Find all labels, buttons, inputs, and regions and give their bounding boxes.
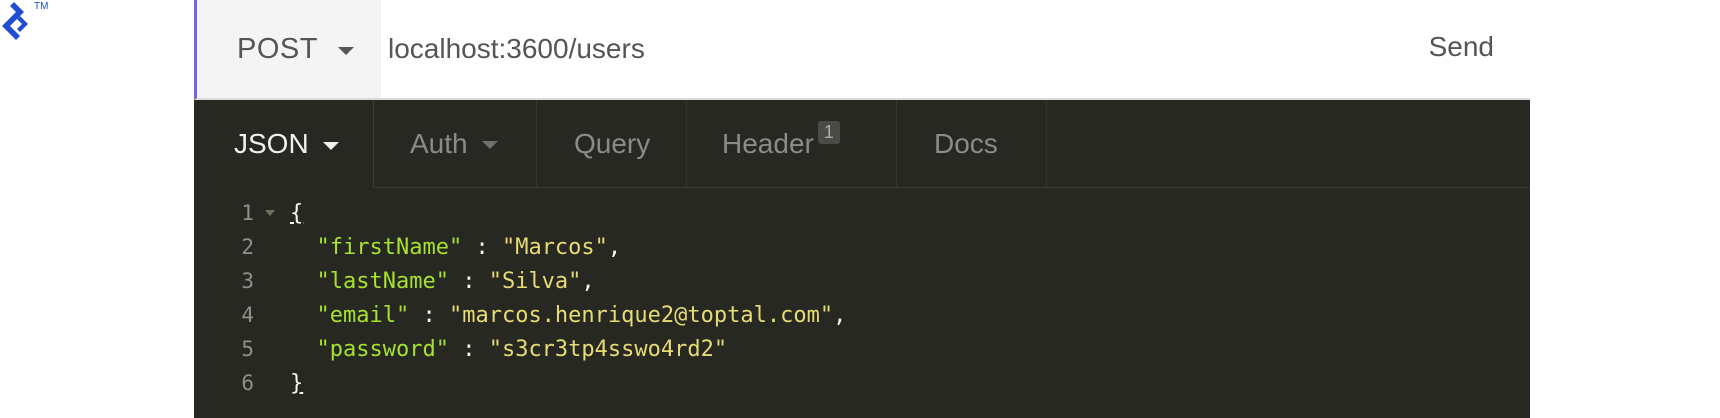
code-text: "email" : "marcos.henrique2@toptal.com",: [290, 302, 847, 328]
json-separator: :: [462, 234, 502, 260]
open-brace: {: [290, 200, 304, 226]
editor-line: 4 "email" : "marcos.henrique2@toptal.com…: [194, 298, 1530, 332]
method-dropdown[interactable]: POST: [197, 0, 381, 98]
line-number: 6: [241, 371, 254, 395]
tab-docs[interactable]: Docs: [896, 100, 1046, 188]
editor-line: 2 "firstName" : "Marcos",: [194, 230, 1530, 264]
http-client: POST localhost:3600/users Send JSON Auth…: [194, 0, 1530, 418]
json-value: "s3cr3tp4sswo4rd2": [488, 336, 728, 362]
close-brace: }: [290, 370, 304, 396]
line-number: 4: [241, 303, 254, 327]
code-text: "firstName" : "Marcos",: [290, 234, 622, 260]
editor-line: 1 {: [194, 196, 1530, 230]
chevron-down-icon: [481, 141, 498, 149]
json-comma: ,: [581, 268, 595, 294]
json-separator: :: [448, 336, 489, 362]
url-input[interactable]: localhost:3600/users: [388, 0, 1288, 98]
editor-line: 3 "lastName" : "Silva",: [194, 264, 1530, 298]
json-key: "email": [316, 302, 410, 328]
tab-auth-label: Auth: [410, 127, 468, 159]
line-number: 1: [241, 201, 254, 225]
line-number: 3: [241, 269, 254, 293]
json-comma: ,: [607, 234, 622, 260]
json-separator: :: [448, 268, 489, 294]
tab-docs-label: Docs: [934, 127, 998, 159]
tab-auth[interactable]: Auth: [374, 100, 536, 188]
tab-header-label: Header: [722, 127, 814, 159]
request-url-bar: POST localhost:3600/users Send: [194, 0, 1530, 100]
toptal-logo-icon: [2, 2, 28, 40]
json-key: "firstName": [316, 234, 463, 260]
code-text: "password" : "s3cr3tp4sswo4rd2": [290, 336, 728, 362]
code-text: "lastName" : "Silva",: [290, 269, 595, 294]
json-value: "Marcos": [501, 234, 608, 260]
json-body-editor[interactable]: 1 { 2 "firstName" : "Marcos", 3 "lastNam…: [194, 196, 1530, 418]
line-number: 2: [241, 235, 254, 259]
line-number: 5: [241, 337, 254, 361]
tab-json-label: JSON: [234, 128, 309, 159]
json-key: "lastName": [316, 268, 449, 294]
json-key: "password": [316, 336, 449, 362]
code-text: {: [290, 201, 303, 226]
trademark-label: TM: [34, 1, 49, 12]
editor-line: 6 }: [194, 366, 1530, 400]
method-label: POST: [237, 32, 318, 65]
send-button[interactable]: Send: [1429, 0, 1494, 94]
tab-header[interactable]: Header 1: [686, 100, 896, 188]
fold-arrow-icon[interactable]: [265, 210, 275, 216]
editor-line: 5 "password" : "s3cr3tp4sswo4rd2": [194, 332, 1530, 366]
tab-json[interactable]: JSON: [194, 100, 374, 188]
code-text: }: [290, 371, 303, 396]
json-value: "marcos.henrique2@toptal.com": [448, 302, 834, 328]
request-tabs: JSON Auth Query Header 1 Docs: [194, 100, 1530, 188]
toptal-logo: TM: [0, 0, 60, 48]
tab-bar-filler: [1046, 100, 1530, 188]
json-comma: ,: [833, 302, 847, 328]
tab-query-label: Query: [574, 127, 651, 159]
header-count-badge: 1: [817, 121, 840, 144]
chevron-down-icon: [337, 46, 354, 55]
json-separator: :: [409, 302, 449, 328]
tab-query[interactable]: Query: [536, 100, 686, 188]
request-body-panel: JSON Auth Query Header 1 Docs 1 {2 "fir…: [194, 100, 1530, 418]
chevron-down-icon: [322, 141, 339, 150]
json-value: "Silva": [488, 268, 582, 294]
